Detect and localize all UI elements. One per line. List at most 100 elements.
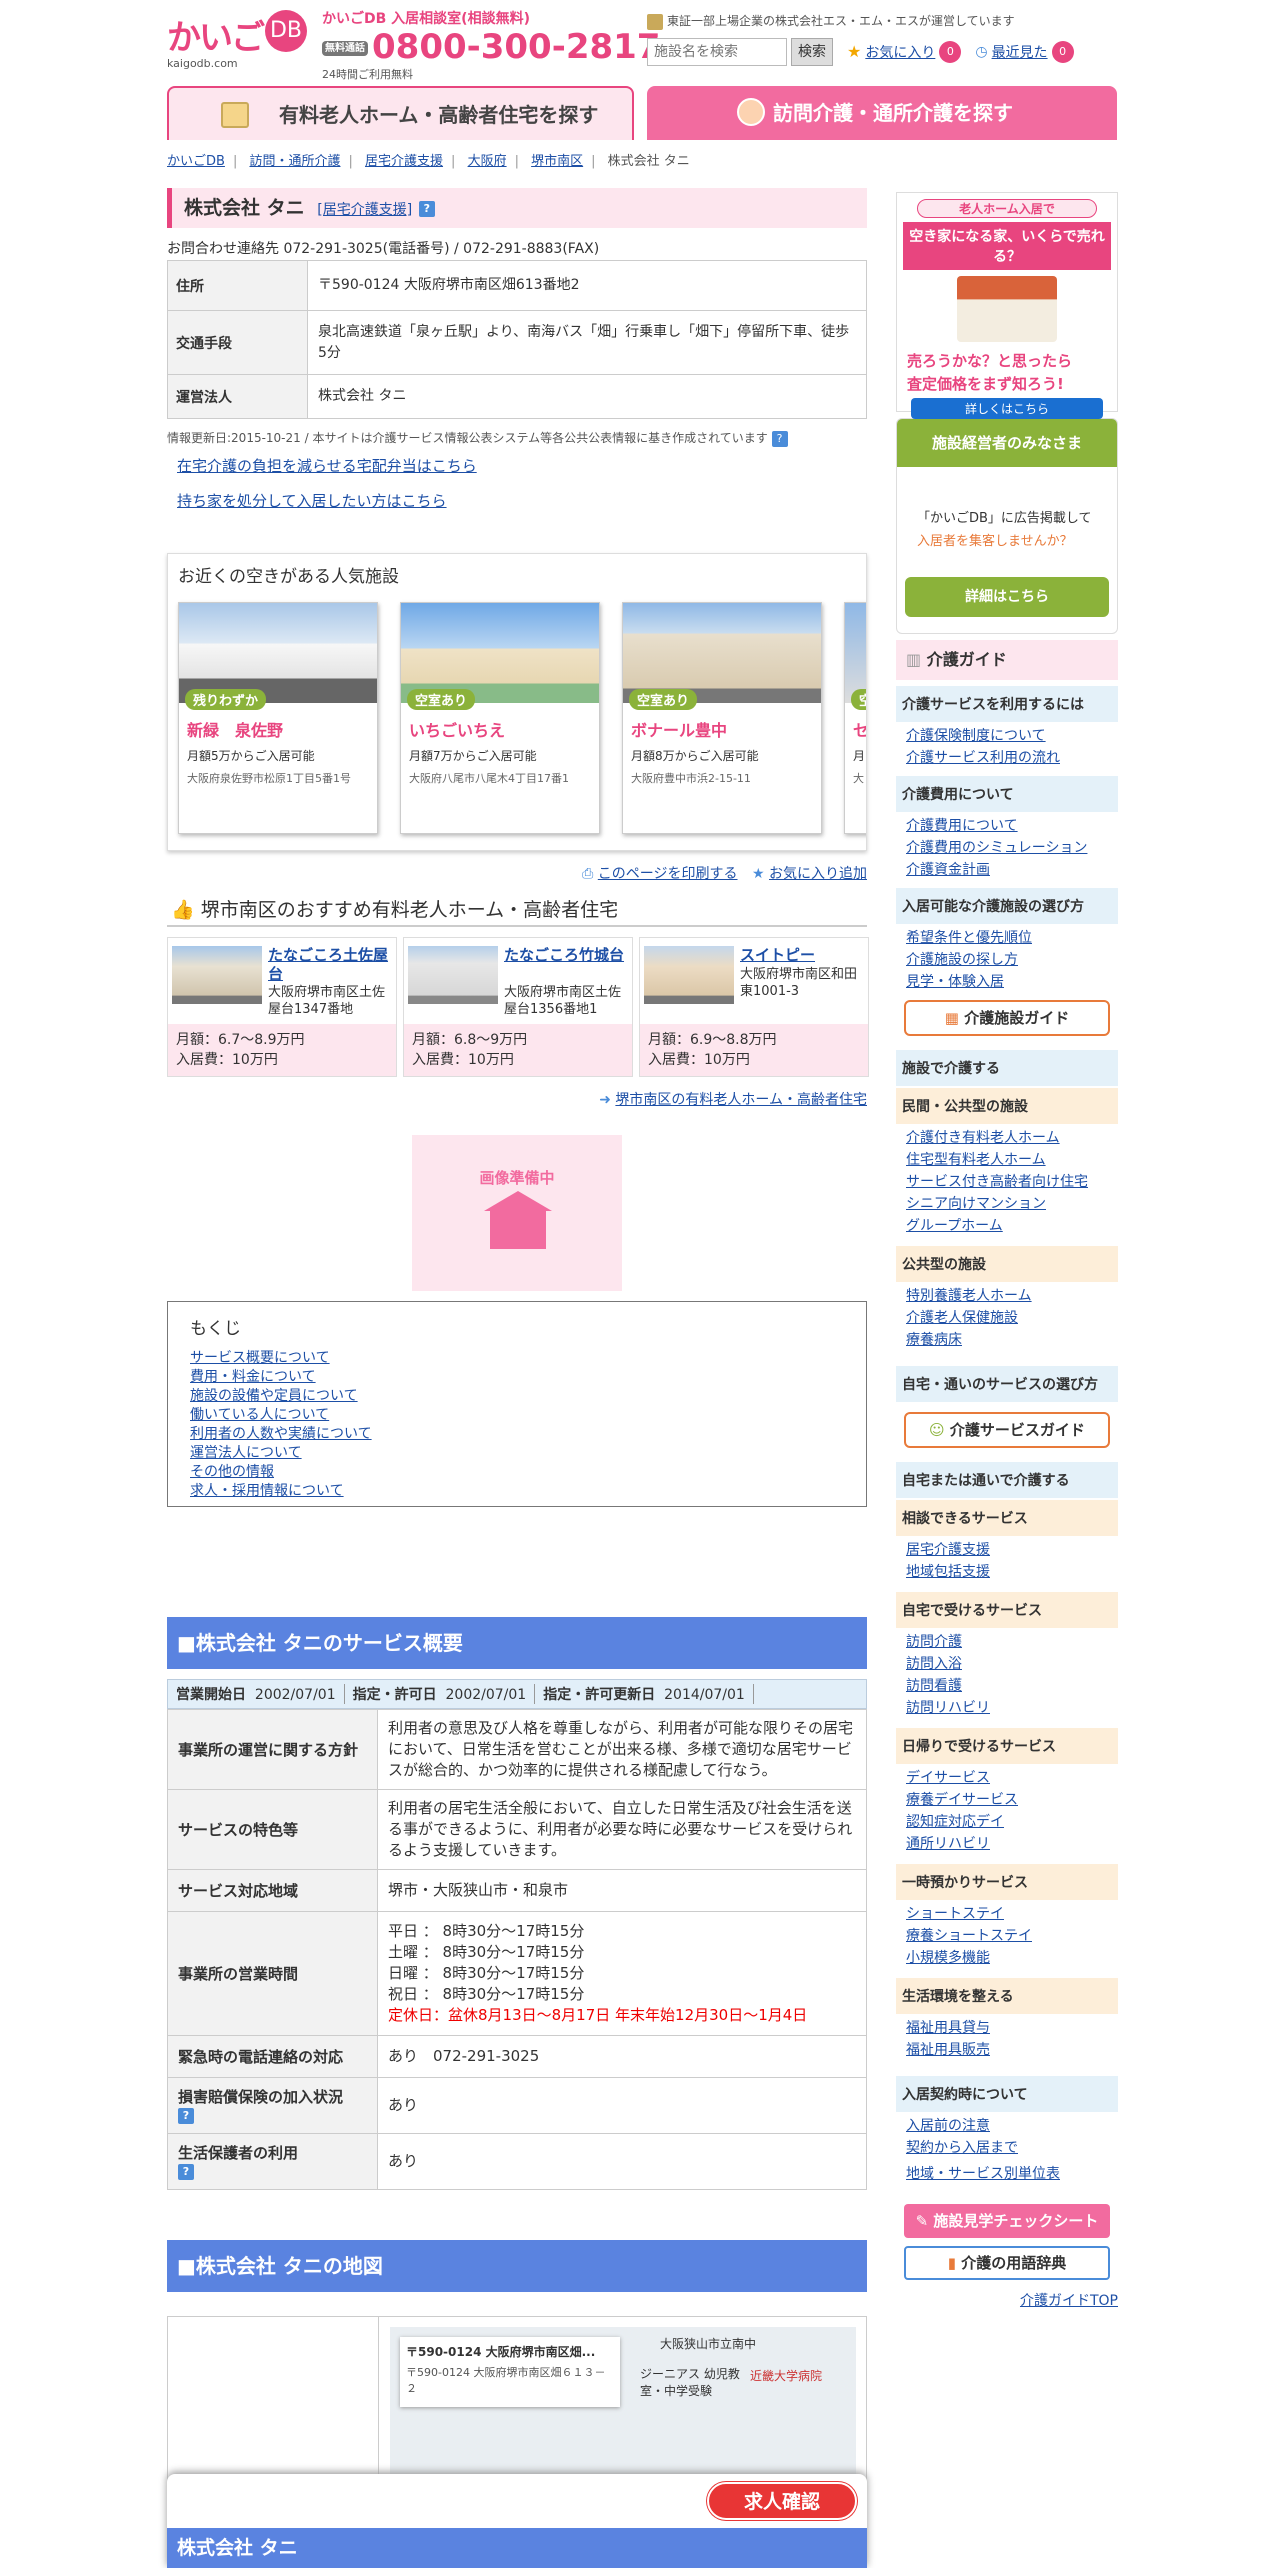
guide-link[interactable]: 療養ショートステイ [906,1928,1118,1944]
nearby-card[interactable]: 空室あり ボナール豊中 月額8万からご入居可能 大阪府豊中市浜2-15-11 [622,601,822,834]
toc-item[interactable]: 費用・料金について [190,1368,846,1387]
house-sell-link[interactable]: 持ち家を処分して入居したい方はこちら [177,490,867,511]
toc-item[interactable]: 運営法人について [190,1444,846,1463]
guide-subheading: 自宅で受けるサービス [896,1592,1118,1628]
logo-db-badge: DB [265,10,307,52]
guide-link[interactable]: 介護費用について [906,818,1118,834]
info-label: 住所 [167,260,308,311]
recommend-card[interactable]: たなごころ土佐屋台 大阪府堺市南区土佐屋台1347番地 月額：6.7～8.9万円… [167,936,397,1077]
recommend-card[interactable]: スイトピー 大阪府堺市南区和田東1001-3 月額：6.9～8.8万円 入居費：1… [639,936,869,1077]
facility-guide-button[interactable]: ▦ 介護施設ガイド [904,1000,1110,1036]
guide-link[interactable]: 福祉用具販売 [906,2042,1118,2058]
toc-item[interactable]: 利用者の人数や実績について [190,1425,846,1444]
promo-links: 在宅介護の負担を減らせる宅配弁当はこちら 持ち家を処分して入居したい方はこちら [167,455,867,511]
tab-nursing-home[interactable]: 有料老人ホーム・高齢者住宅を探す [167,86,634,140]
site-logo[interactable]: かいご DB kaigodb.com [167,10,317,70]
breadcrumb-item[interactable]: 訪問・通所介護 [249,154,340,169]
help-icon[interactable]: ? [771,430,788,447]
bento-link[interactable]: 在宅介護の負担を減らせる宅配弁当はこちら [177,455,867,476]
guide-link[interactable]: デイサービス [906,1770,1118,1786]
guide-link[interactable]: 住宅型有料老人ホーム [906,1152,1118,1168]
guide-link[interactable]: シニア向けマンション [906,1196,1118,1212]
guide-heading: 自宅・通いのサービスの選び方 [896,1366,1118,1402]
guide-link[interactable]: 介護付き有料老人ホーム [906,1130,1118,1146]
help-icon[interactable]: ? [178,2164,194,2180]
phone-contact[interactable]: かいごDB 入居相談室(相談無料) 無料通話 0800-300-2817 24時間… [322,8,660,82]
add-favorite-link[interactable]: お気に入り追加 [769,866,867,882]
guide-link[interactable]: 介護老人保健施設 [906,1310,1118,1326]
guide-link[interactable]: 訪問看護 [906,1678,1118,1694]
search-button[interactable]: 検索 [791,37,833,66]
guide-link[interactable]: 地域・サービス別単位表 [906,2166,1118,2182]
breadcrumb-current: 株式会社 タニ [607,154,690,169]
guide-link[interactable]: 介護保険制度について [906,728,1118,744]
toc-item[interactable]: 働いている人について [190,1406,846,1425]
guide-link[interactable]: 認知症対応デイ [906,1814,1118,1830]
more-recommend-link[interactable]: 堺市南区の有料老人ホーム・高齢者住宅 [615,1092,867,1108]
info-value: 株式会社 タニ [307,374,867,419]
ad-operators[interactable]: 施設経営者のみなさま 「かいごDB」に広告掲載して 入居者を集客しませんか？ 詳… [896,418,1118,634]
card-address: 大阪府八尾市八尾木4丁目17番1 [409,771,569,785]
guide-link[interactable]: 希望条件と優先順位 [906,930,1118,946]
breadcrumb-item[interactable]: 大阪府 [468,154,507,169]
recommend-name[interactable]: たなごころ土佐屋台 [268,946,393,984]
recommend-card[interactable]: たなごころ竹城台 大阪府堺市南区土佐屋台1356番地1 月額：6.8～9万円 入居… [403,936,633,1077]
recommend-name[interactable]: たなごころ竹城台 [504,946,629,965]
toc-item[interactable]: その他の情報 [190,1463,846,1482]
facility-photo: 残りわずか [179,602,377,710]
ad-house-sale[interactable]: 老人ホーム入居で 空き家になる家、いくらで売れる？ 売ろうかな？と思ったら 査定… [896,192,1118,419]
recommend-name[interactable]: スイトピー [740,946,865,965]
checklist-button[interactable]: ✎ 施設見学チェックシート [904,2204,1110,2238]
guide-link[interactable]: 介護施設の探し方 [906,952,1118,968]
breadcrumb-item[interactable]: かいごDB [167,154,225,169]
nearby-card[interactable]: 残りわずか 新緑 泉佐野 月額5万からご入居可能 大阪府泉佐野市松原1丁目5番1… [178,601,378,834]
guide-link[interactable]: グループホーム [906,1218,1118,1234]
map-view[interactable]: 〒590-0124 大阪府堺市南区畑... 〒590-0124 大阪府堺市南区畑… [390,2326,856,2487]
favorites-link[interactable]: お気に入り [865,42,935,62]
guide-link[interactable]: サービス付き高齢者向け住宅 [906,1174,1118,1190]
guide-link[interactable]: 見学・体験入居 [906,974,1118,990]
service-guide-button[interactable]: ☺ 介護サービスガイド [904,1412,1110,1448]
guide-link[interactable]: 福祉用具貸与 [906,2020,1118,2036]
guide-link[interactable]: 通所リハビリ [906,1836,1118,1852]
breadcrumb-item[interactable]: 堺市南区 [531,154,583,169]
guide-link[interactable]: 療養病床 [906,1332,1118,1348]
tab-home-care[interactable]: 訪問介護・通所介護を探す [647,86,1117,140]
facility-type-link[interactable]: [居宅介護支援] [317,202,412,218]
tel-number[interactable]: 0800-300-2817 [372,27,660,67]
guide-link[interactable]: 地域包括支援 [906,1564,1118,1580]
guide-link[interactable]: 訪問介護 [906,1634,1118,1650]
guide-link[interactable]: 介護費用のシミュレーション [906,840,1118,856]
breadcrumb-item[interactable]: 居宅介護支援 [365,154,443,169]
guide-link[interactable]: 介護サービス利用の流れ [906,750,1118,766]
help-icon[interactable]: ? [418,200,435,217]
guide-link[interactable]: 居宅介護支援 [906,1542,1118,1558]
nearby-card[interactable]: 空室あり いちごいちえ 月額7万からご入居可能 大阪府八尾市八尾木4丁目17番1 [400,601,600,834]
job-confirm-button[interactable]: 求人確認 [707,2482,857,2520]
help-icon[interactable]: ? [178,2108,194,2124]
guide-link[interactable]: 介護資金計画 [906,862,1118,878]
dictionary-button[interactable]: ▮ 介護の用語辞典 [904,2246,1110,2280]
guide-link[interactable]: ショートステイ [906,1906,1118,1922]
guide-top-link[interactable]: 介護ガイドTOP [1020,2293,1118,2309]
recommend-address: 大阪府堺市南区土佐屋台1347番地 [268,984,386,1017]
guide-link[interactable]: 特別養護老人ホーム [906,1288,1118,1304]
guide-link[interactable]: 小規模多機能 [906,1950,1118,1966]
nearby-card[interactable]: 空 セ 月 大 [844,601,866,834]
recommend-heading: 👍 堺市南区のおすすめ有料老人ホーム・高齢者住宅 [167,893,867,927]
favorites-count: 0 [939,40,962,63]
guide-link[interactable]: 療養デイサービス [906,1792,1118,1808]
facility-photo: 空室あり [401,602,599,710]
guide-link[interactable]: 訪問入浴 [906,1656,1118,1672]
toc-item[interactable]: 施設の設備や定員について [190,1387,846,1406]
guide-link[interactable]: 訪問リハビリ [906,1700,1118,1716]
print-link[interactable]: このページを印刷する [598,866,738,882]
toc-item[interactable]: 求人・採用情報について [190,1482,846,1501]
guide-link[interactable]: 契約から入居まで [906,2140,1118,2156]
guide-heading: 介護サービスを利用するには [896,686,1118,722]
recent-link[interactable]: 最近見た [992,42,1048,62]
svc-value: 利用者の居宅生活全般において、自立した日常生活及び社会生活を送る事ができるように… [377,1788,867,1870]
guide-link[interactable]: 入居前の注意 [906,2118,1118,2134]
toc-item[interactable]: サービス概要について [190,1349,846,1368]
search-input[interactable] [647,37,787,66]
